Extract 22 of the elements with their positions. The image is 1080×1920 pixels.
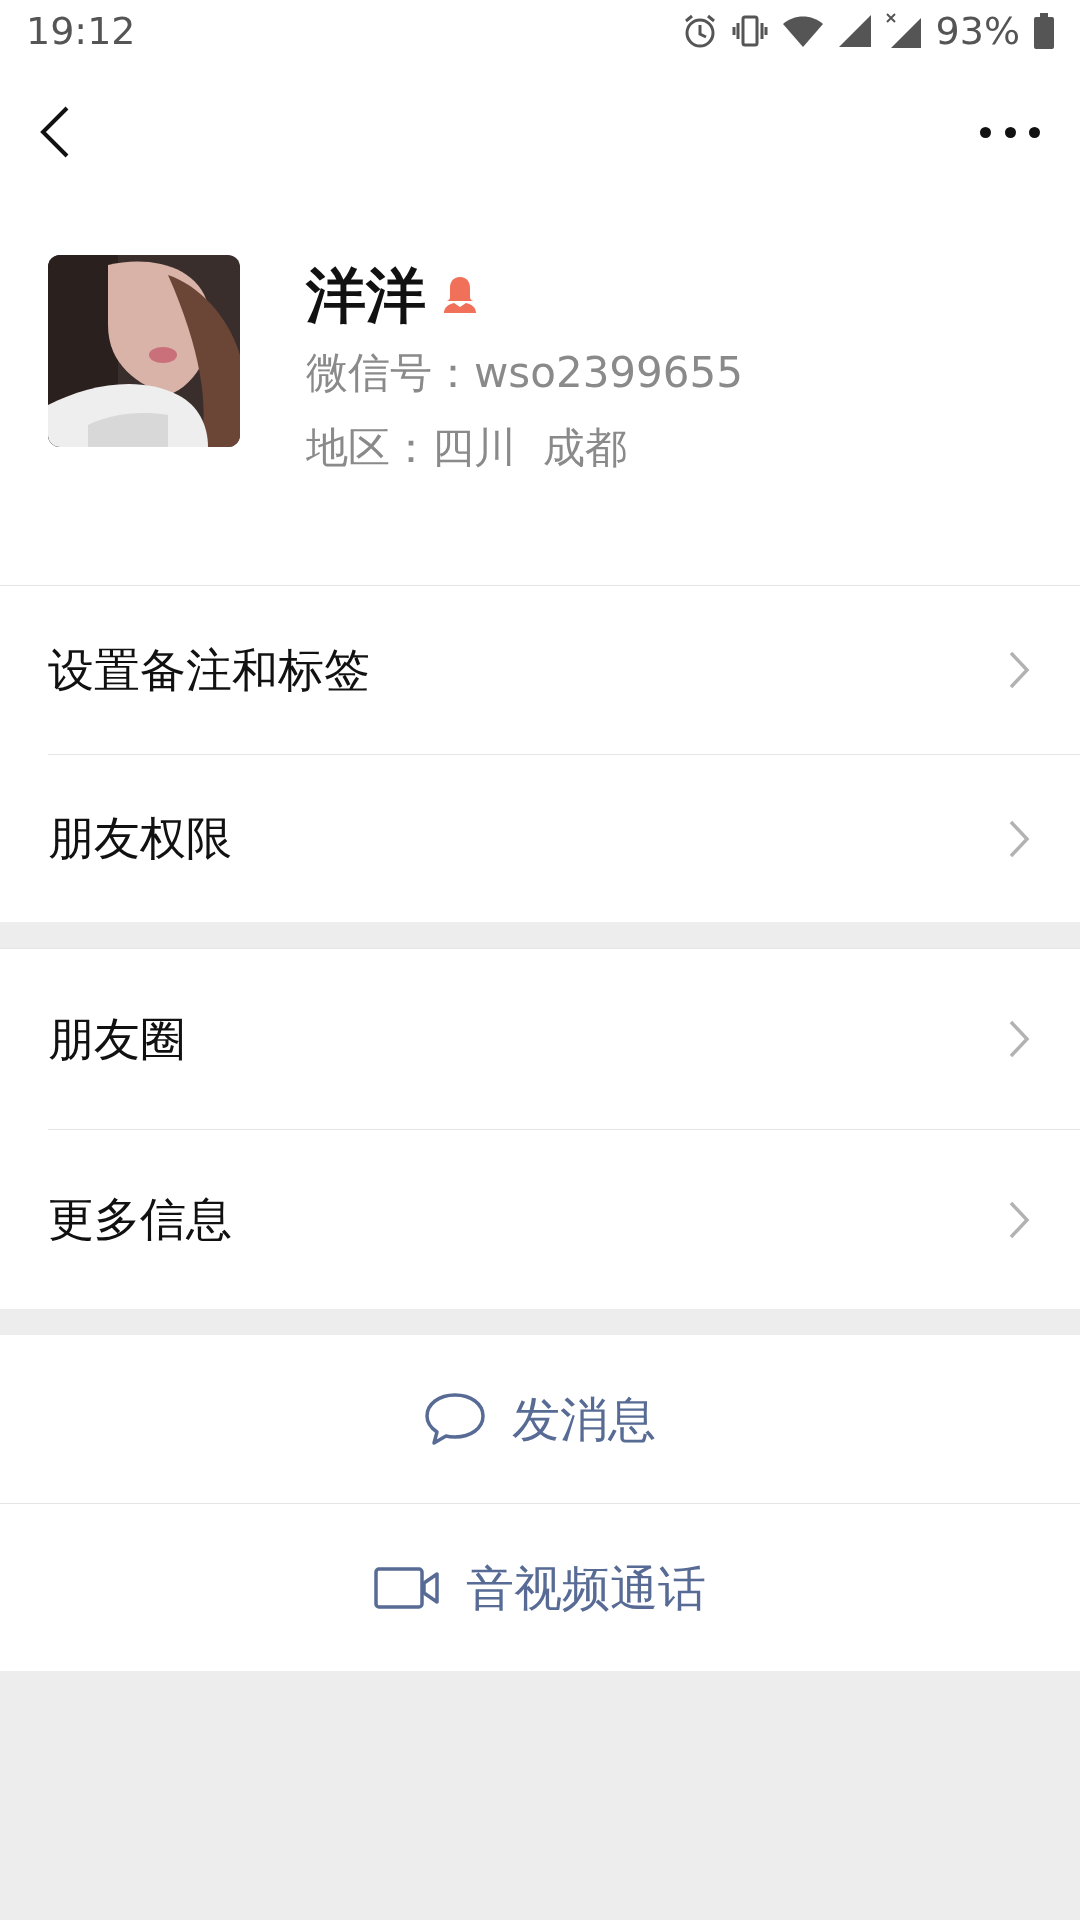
battery-icon xyxy=(1034,13,1054,49)
wifi-icon xyxy=(781,14,824,48)
signal-icon xyxy=(837,14,872,48)
vibrate-icon xyxy=(731,13,768,49)
action-button[interactable]: 发消息 xyxy=(0,1335,1080,1503)
menu-item[interactable]: 更多信息 xyxy=(48,1129,1080,1309)
battery-percent: 93% xyxy=(935,7,1020,55)
region: 地区：四川 成都 xyxy=(306,422,628,474)
chevron-right-icon xyxy=(1008,1199,1030,1240)
chevron-right-icon xyxy=(1008,650,1030,690)
action-button[interactable]: 音视频通话 xyxy=(0,1503,1080,1671)
chevron-right-icon xyxy=(1008,818,1030,859)
status-time: 19:12 xyxy=(26,7,136,55)
signal-no-data-icon xyxy=(885,13,922,49)
wechat-id: 微信号：wso2399655 xyxy=(306,347,743,399)
menu-item[interactable]: 设置备注和标签 xyxy=(48,586,1080,754)
menu-item[interactable]: 朋友圈 xyxy=(48,949,1080,1129)
profile-name: 洋洋 xyxy=(306,265,426,325)
menu-item[interactable]: 朋友权限 xyxy=(48,754,1080,922)
chat-bubble-icon xyxy=(424,1392,486,1446)
video-camera-icon xyxy=(374,1566,440,1609)
chevron-right-icon xyxy=(1008,1019,1030,1059)
